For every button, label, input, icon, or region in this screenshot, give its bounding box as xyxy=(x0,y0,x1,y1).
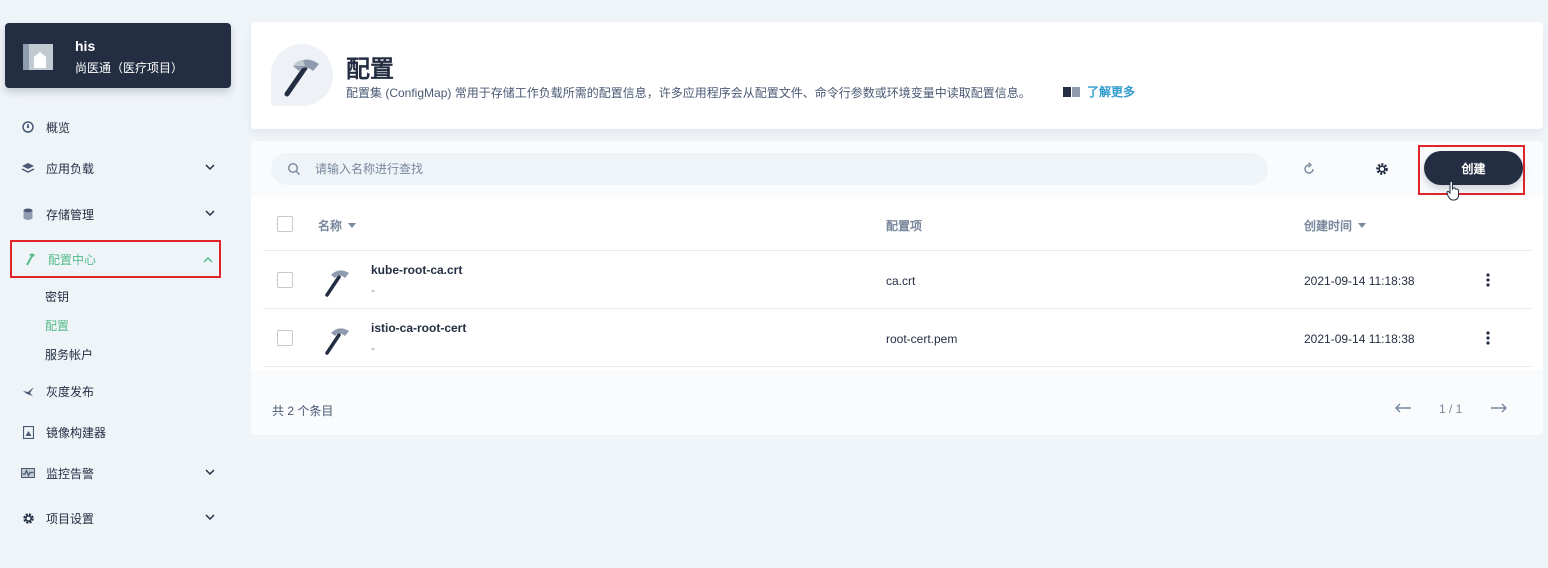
next-page-arrow-icon[interactable] xyxy=(1489,401,1509,415)
chevron-down-icon xyxy=(205,210,215,217)
gear-icon xyxy=(1376,163,1388,175)
create-button[interactable]: 创建 xyxy=(1424,151,1523,185)
sidebar-item-overview[interactable]: 概览 xyxy=(10,108,221,146)
sidebar: his 尚医通（医疗项目） 概览 应用负载 存储管理 配置中心 密钥 配置 服务… xyxy=(0,0,240,568)
total-count: 共 2 个条目 xyxy=(272,404,334,418)
monitor-icon xyxy=(10,468,46,478)
database-icon xyxy=(10,208,46,221)
project-card[interactable]: his 尚医通（医疗项目） xyxy=(5,23,231,88)
column-header-config: 配置项 xyxy=(886,219,923,233)
configmap-hammer-icon xyxy=(325,270,349,297)
configmap-name-link[interactable]: istio-ca-root-cert xyxy=(371,321,466,335)
gear-icon xyxy=(10,512,46,525)
table-footer: 共 2 个条目 1 / 1 xyxy=(251,370,1543,435)
sidebar-item-workloads[interactable]: 应用负载 xyxy=(10,149,221,187)
column-header-created[interactable]: 创建时间 xyxy=(1304,217,1367,234)
refresh-icon xyxy=(1304,162,1314,174)
sidebar-item-label: 镜像构建器 xyxy=(46,425,107,440)
book-icon xyxy=(1063,86,1080,97)
learn-more-label: 了解更多 xyxy=(1087,85,1136,99)
learn-more-link[interactable]: 了解更多 xyxy=(1063,83,1135,100)
configmap-keys: root-cert.pem xyxy=(886,332,958,346)
sidebar-item-config-center[interactable]: 配置中心 xyxy=(10,240,221,278)
chevron-down-icon xyxy=(205,514,215,521)
page-description: 配置集 (ConfigMap) 常用于存储工作负载所需的配置信息，许多应用程序会… xyxy=(346,86,1031,100)
page-header: 配置 配置集 (ConfigMap) 常用于存储工作负载所需的配置信息，许多应用… xyxy=(251,22,1543,129)
sidebar-item-image-builder[interactable]: 镜像构建器 xyxy=(10,413,221,451)
table-header-row: 名称 配置项 创建时间 xyxy=(263,198,1531,251)
dashboard-icon xyxy=(10,121,46,133)
configmap-alias: - xyxy=(371,341,375,355)
created-time: 2021-09-14 11:18:38 xyxy=(1304,274,1415,288)
prev-page-arrow-icon[interactable] xyxy=(1393,401,1413,415)
configmap-hammer-icon xyxy=(325,328,349,355)
configmap-hammer-icon xyxy=(271,44,333,106)
chevron-down-icon xyxy=(205,469,215,476)
sidebar-item-label: 灰度发布 xyxy=(46,384,95,399)
sidebar-item-label: 概览 xyxy=(46,120,71,135)
configmap-alias: - xyxy=(371,283,375,297)
page-indicator: 1 / 1 xyxy=(1439,402,1463,416)
hammer-icon xyxy=(12,252,48,266)
sidebar-item-monitoring[interactable]: 监控告警 xyxy=(10,454,221,492)
sidebar-item-label: 存储管理 xyxy=(46,207,95,222)
more-options-icon[interactable] xyxy=(1483,271,1493,289)
sidebar-item-storage[interactable]: 存储管理 xyxy=(10,195,221,233)
table-row[interactable]: kube-root-ca.crt - ca.crt 2021-09-14 11:… xyxy=(263,251,1531,309)
configmap-table-card: 创建 名称 配置项 创建时间 kube-root-ca.crt - ca.crt… xyxy=(251,141,1543,435)
image-builder-icon xyxy=(10,425,46,439)
column-header-name[interactable]: 名称 xyxy=(318,217,357,234)
sidebar-item-label: 项目设置 xyxy=(46,511,95,526)
project-name: his xyxy=(75,38,96,54)
refresh-button[interactable] xyxy=(1299,159,1319,179)
search-icon xyxy=(287,162,300,175)
table-row[interactable]: istio-ca-root-cert - root-cert.pem 2021-… xyxy=(263,309,1531,367)
sort-caret-icon xyxy=(348,223,357,228)
bird-icon xyxy=(10,386,46,397)
sidebar-subitem-secrets[interactable]: 密钥 xyxy=(45,288,69,305)
chevron-down-icon xyxy=(205,164,215,171)
sidebar-item-label: 监控告警 xyxy=(46,466,95,481)
stack-icon xyxy=(10,162,46,174)
sidebar-item-project-settings[interactable]: 项目设置 xyxy=(10,499,221,537)
sidebar-subitem-service-accounts[interactable]: 服务帐户 xyxy=(45,346,93,363)
table-settings-button[interactable] xyxy=(1372,159,1392,179)
select-all-checkbox[interactable] xyxy=(277,216,293,232)
chevron-up-icon xyxy=(203,256,213,263)
more-options-icon[interactable] xyxy=(1483,329,1493,347)
sort-caret-icon xyxy=(1358,223,1367,228)
project-description: 尚医通（医疗项目） xyxy=(75,61,184,75)
sidebar-item-label: 应用负载 xyxy=(46,161,95,176)
sidebar-item-grayscale-release[interactable]: 灰度发布 xyxy=(10,372,221,410)
row-checkbox[interactable] xyxy=(277,330,293,346)
sidebar-item-label: 配置中心 xyxy=(48,252,97,267)
project-icon xyxy=(23,44,53,70)
configmap-keys: ca.crt xyxy=(886,274,916,288)
row-checkbox[interactable] xyxy=(277,272,293,288)
configmap-name-link[interactable]: kube-root-ca.crt xyxy=(371,263,462,277)
search-bar[interactable] xyxy=(271,153,1268,185)
table-toolbar: 创建 xyxy=(251,141,1543,201)
search-input[interactable] xyxy=(315,162,1215,176)
created-time: 2021-09-14 11:18:38 xyxy=(1304,332,1415,346)
sidebar-subitem-configmaps[interactable]: 配置 xyxy=(45,317,69,334)
page-title: 配置 xyxy=(346,56,394,83)
